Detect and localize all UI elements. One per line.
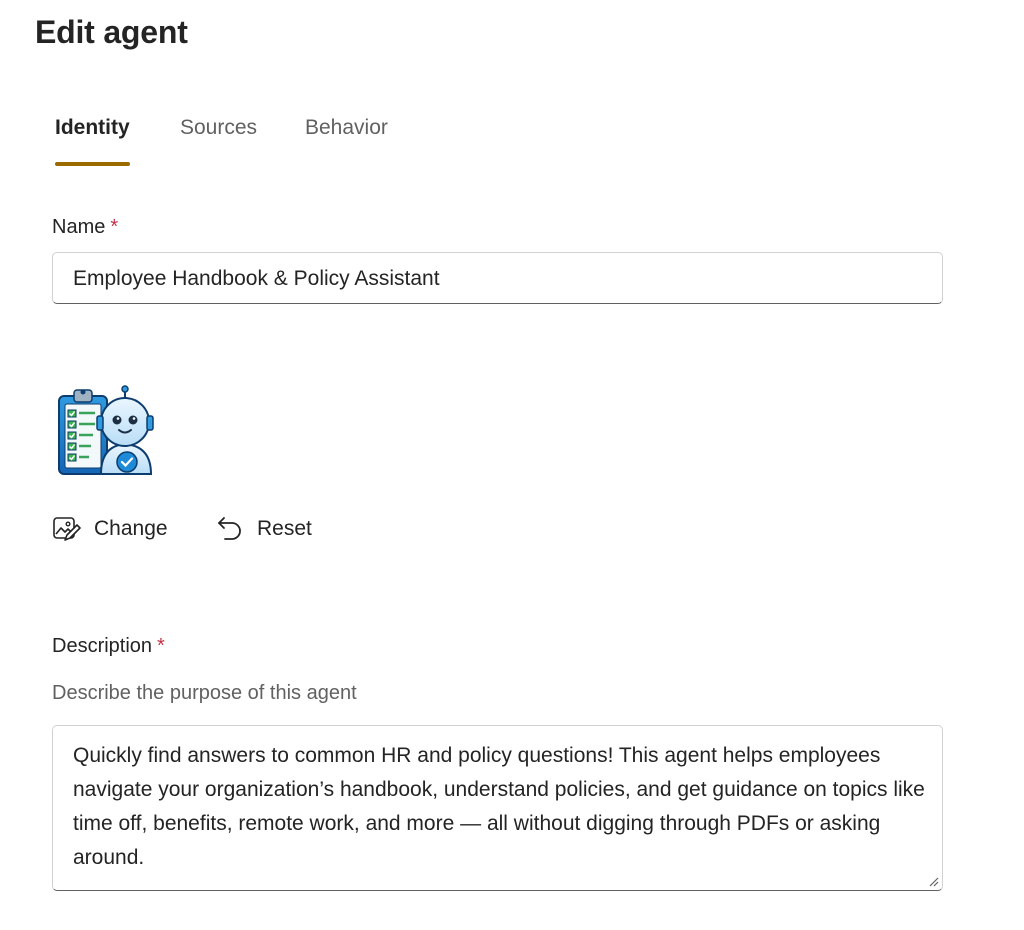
change-button-label: Change (94, 517, 168, 540)
resize-grip-icon[interactable] (927, 875, 939, 887)
description-textarea[interactable]: Quickly find answers to common HR and po… (52, 725, 943, 891)
name-input[interactable]: Employee Handbook & Policy Assistant (52, 252, 943, 304)
required-mark: * (110, 216, 119, 238)
active-tab-indicator (55, 162, 130, 166)
description-label-text: Description (52, 635, 153, 657)
tab-sources[interactable]: Sources (180, 116, 257, 168)
reset-button-label: Reset (257, 517, 312, 540)
change-icon-button[interactable]: Change (52, 512, 168, 546)
description-hint: Describe the purpose of this agent (52, 682, 357, 704)
reset-icon-button[interactable]: Reset (215, 512, 312, 546)
tab-sources-label: Sources (180, 116, 258, 139)
description-textarea-value: Quickly find answers to common HR and po… (73, 744, 925, 869)
page-title: Edit agent (35, 14, 188, 50)
agent-avatar-icon (58, 385, 154, 475)
name-input-value: Employee Handbook & Policy Assistant (73, 267, 440, 290)
name-label-text: Name (52, 216, 106, 238)
tab-identity-label: Identity (55, 116, 130, 139)
tab-identity[interactable]: Identity (55, 116, 130, 168)
description-field-label: Description * (52, 635, 165, 658)
name-field-label: Name * (52, 216, 118, 239)
tab-behavior[interactable]: Behavior (305, 116, 388, 168)
tab-behavior-label: Behavior (305, 116, 388, 139)
required-mark: * (157, 635, 165, 657)
image-edit-icon (53, 517, 81, 541)
undo-arrow-icon (218, 517, 241, 540)
